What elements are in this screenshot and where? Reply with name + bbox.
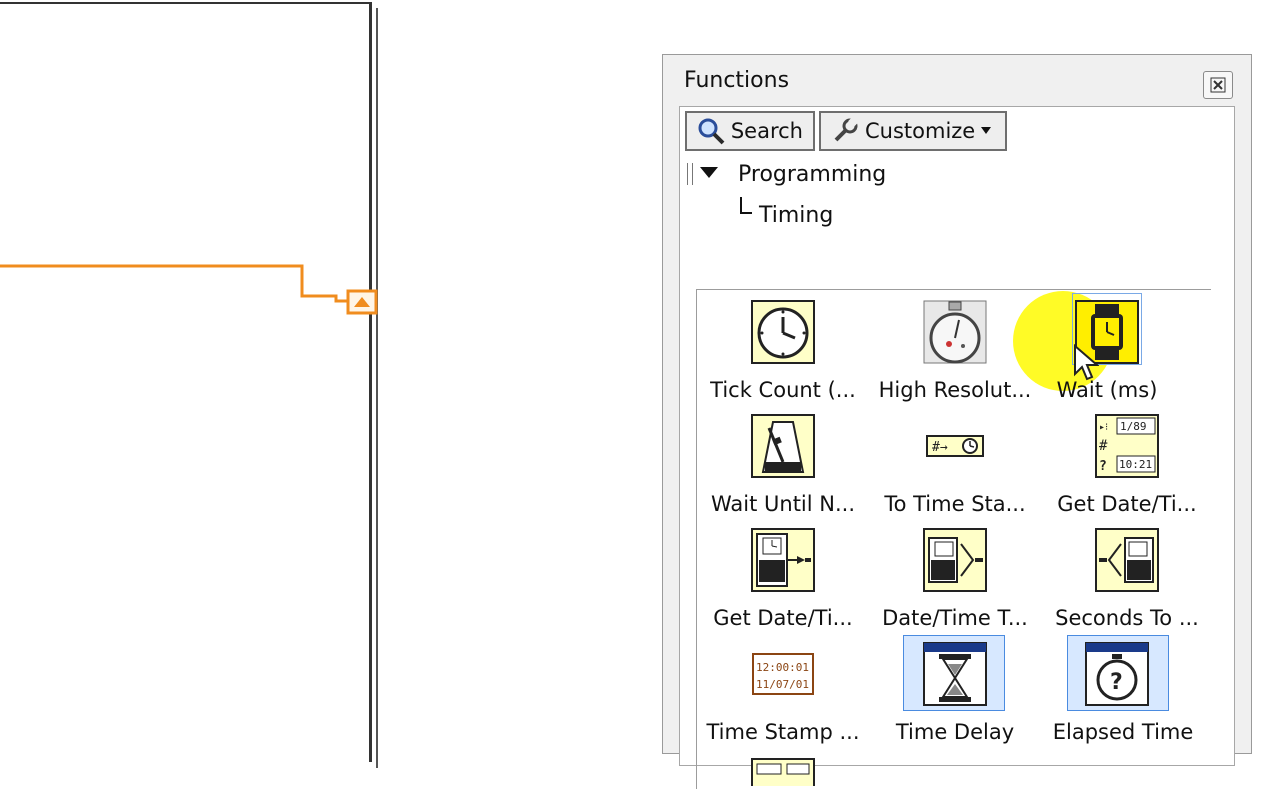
date-time-seconds-icon (751, 528, 815, 592)
close-icon (1210, 77, 1226, 93)
function-partial-item[interactable] (697, 746, 869, 786)
palette-content: Search Customize Programming Timing Tick… (679, 106, 1235, 789)
seconds-to-date-icon (1095, 528, 1159, 592)
to-timestamp-icon: #→ (923, 414, 987, 478)
svg-text:#→: #→ (932, 440, 948, 455)
clock-icon (751, 300, 815, 364)
search-button[interactable]: Search (685, 111, 815, 151)
elapsed-stopwatch-icon: ? (1085, 642, 1149, 706)
function-label: Date/Time T... (882, 606, 1028, 630)
orange-wire (0, 264, 350, 303)
function-wait-until-next[interactable]: Wait Until N... (697, 404, 869, 518)
svg-text:#: # (1099, 438, 1108, 454)
function-elapsed-time[interactable]: ? Elapsed Time (1041, 632, 1213, 746)
hourglass-icon (923, 642, 987, 706)
svg-text:10:21: 10:21 (1119, 458, 1152, 471)
functions-palette[interactable]: Functions Search Customize Programming T… (662, 54, 1252, 789)
tree-grip[interactable] (687, 163, 693, 185)
svg-text:11/07/01: 11/07/01 (756, 678, 809, 691)
svg-text:?: ? (1110, 670, 1123, 695)
svg-text:?: ? (1099, 459, 1107, 474)
palette-title: Functions (684, 68, 790, 93)
date-time-to-seconds-icon (923, 528, 987, 592)
tree-item-timing[interactable]: Timing (759, 203, 833, 228)
customize-label: Customize (865, 119, 976, 143)
function-time-delay[interactable]: Time Delay (869, 632, 1041, 746)
function-time-stamp-constant[interactable]: 12:00:01 11/07/01 Time Stamp ... (697, 632, 869, 746)
dropdown-arrow-icon (981, 127, 992, 134)
function-label: Get Date/Ti... (1057, 492, 1197, 516)
function-label: Elapsed Time (1052, 720, 1194, 744)
date-time-string-icon: ▸⁝ 1/89 # ? 10:21 (1095, 414, 1159, 478)
wire-layer (0, 264, 378, 315)
magnifier-icon (698, 118, 725, 145)
function-label: Get Date/Ti... (713, 606, 853, 630)
function-label: Time Delay (895, 720, 1015, 744)
partial-function-icon (751, 758, 815, 786)
function-to-time-stamp[interactable]: #→ To Time Sta... (869, 404, 1041, 518)
svg-text:▸⁝: ▸⁝ (1099, 422, 1108, 433)
stopwatch-icon (923, 300, 987, 364)
function-label: High Resolut... (878, 378, 1032, 402)
function-wait-ms[interactable]: Wait (ms) (1013, 290, 1213, 404)
expand-triangle-icon[interactable] (700, 167, 718, 178)
mouse-pointer-icon (1074, 344, 1099, 381)
customize-button[interactable]: Customize (819, 111, 1007, 151)
search-label: Search (730, 119, 803, 143)
function-get-date-time-seconds[interactable]: Get Date/Ti... (697, 518, 869, 632)
function-seconds-to-date-time[interactable]: Seconds To ... (1041, 518, 1213, 632)
timestamp-constant-icon: 12:00:01 11/07/01 (751, 642, 815, 706)
tree-connector (740, 197, 752, 214)
function-get-date-time-string[interactable]: ▸⁝ 1/89 # ? 10:21 Get Date/Ti... (1041, 404, 1213, 518)
tree-item-programming[interactable]: Programming (738, 162, 886, 187)
metronome-icon (751, 414, 815, 478)
function-tick-count[interactable]: Tick Count (... (697, 290, 869, 404)
function-label: Time Stamp ... (706, 720, 860, 744)
svg-text:1/89: 1/89 (1120, 420, 1147, 433)
function-label: To Time Sta... (884, 492, 1026, 516)
function-label: Tick Count (... (710, 378, 856, 402)
function-label: Wait Until N... (710, 492, 856, 516)
function-label: Wait (ms) (1056, 378, 1158, 402)
function-icon-grid: Tick Count (... High Resolut... Wait (ms… (696, 289, 1211, 789)
close-button[interactable] (1203, 71, 1233, 99)
wrench-icon (834, 117, 858, 142)
svg-text:12:00:01: 12:00:01 (756, 661, 809, 674)
function-label: Seconds To ... (1055, 606, 1199, 630)
function-date-time-to-seconds[interactable]: Date/Time T... (869, 518, 1041, 632)
